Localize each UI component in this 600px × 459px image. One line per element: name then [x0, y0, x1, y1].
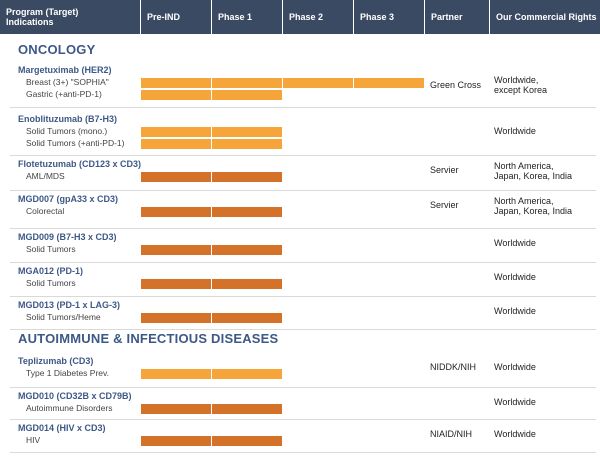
phase-progress-bar-segment	[212, 245, 282, 255]
row-divider	[10, 155, 596, 156]
indication-label: Solid Tumors (mono.)	[26, 126, 108, 136]
phase-progress-bar-segment	[141, 436, 211, 446]
program-name: Margetuximab (HER2)	[18, 65, 112, 75]
header-commercial-rights: Our Commercial Rights	[496, 12, 597, 22]
program-name: MGD009 (B7-H3 x CD3)	[18, 232, 117, 242]
indication-label: Autoimmune Disorders	[26, 403, 113, 413]
row-divider	[10, 419, 596, 420]
phase-progress-bar-segment	[212, 279, 282, 289]
program-name: MGD010 (CD32B x CD79B)	[18, 391, 132, 401]
phase-progress-bar-segment	[141, 369, 211, 379]
phase-progress-bar-segment	[141, 127, 211, 137]
phase-progress-bar-segment	[212, 127, 282, 137]
program-name: Teplizumab (CD3)	[18, 356, 94, 366]
indication-label: Type 1 Diabetes Prev.	[26, 368, 109, 378]
program-name: Flotetuzumab (CD123 x CD3)	[18, 159, 142, 169]
phase-progress-bar-segment	[354, 78, 424, 88]
commercial-rights: Worldwide	[494, 126, 536, 136]
phase-progress-bar-segment	[141, 139, 211, 149]
phase-progress-bar-segment	[212, 369, 282, 379]
phase-progress-bar-segment	[141, 207, 211, 217]
commercial-rights: Worldwide	[494, 238, 536, 248]
partner-name: Green Cross	[430, 80, 482, 90]
partner-name: NIAID/NIH	[430, 429, 473, 439]
commercial-rights: North America, Japan, Korea, India	[494, 196, 573, 216]
program-row: MGD013 (PD-1 x LAG-3) Solid Tumors/Heme Wo…	[0, 298, 600, 331]
indication-label: Breast (3+) "SOPHIA"	[26, 77, 109, 87]
phase-progress-bar-segment	[212, 90, 282, 100]
phase-progress-bar-segment	[141, 279, 211, 289]
header-phase-1: Phase 1	[212, 0, 283, 34]
program-row: MGD007 (gpA33 x CD3) Colorectal Servier Nor…	[0, 192, 600, 230]
row-divider	[10, 296, 596, 297]
phase-progress-bar-segment	[141, 90, 211, 100]
phase-progress-bar-segment	[141, 404, 211, 414]
commercial-rights: North America, Japan, Korea, India	[494, 161, 573, 181]
program-name: MGD007 (gpA33 x CD3)	[18, 194, 119, 204]
phase-progress-bar-segment	[141, 245, 211, 255]
commercial-rights: Worldwide	[494, 306, 536, 316]
row-divider	[10, 452, 596, 453]
partner-name: Servier	[430, 165, 459, 175]
program-name: MGD013 (PD-1 x LAG-3)	[18, 300, 121, 310]
program-name: MGD014 (HIV x CD3)	[18, 423, 106, 433]
indication-label: Colorectal	[26, 206, 65, 216]
partner-name: NIDDK/NIH	[430, 362, 477, 372]
phase-progress-bar-segment	[141, 78, 211, 88]
program-row: Flotetuzumab (CD123 x CD3) AML/MDS Servier…	[0, 157, 600, 192]
phase-progress-bar-segment	[212, 139, 282, 149]
header-phase-3: Phase 3	[354, 0, 425, 34]
program-row: MGD010 (CD32B x CD79B) Autoimmune Disorde…	[0, 389, 600, 421]
section-title: AUTOIMMUNE & INFECTIOUS DISEASES	[18, 331, 279, 346]
commercial-rights: Worldwide	[494, 429, 536, 439]
indication-label: Gastric (+anti-PD-1)	[26, 89, 102, 99]
commercial-rights: Worldwide	[494, 362, 536, 372]
program-row: MGD009 (B7-H3 x CD3) Solid Tumors Worldwid…	[0, 230, 600, 264]
header-partner: Partner	[425, 0, 490, 34]
program-name: Enoblituzumab (B7-H3)	[18, 114, 117, 124]
phase-progress-bar-segment	[212, 313, 282, 323]
partner-name: Servier	[430, 200, 459, 210]
phase-progress-bar-segment	[212, 172, 282, 182]
program-row: Teplizumab (CD3) Type 1 Diabetes Prev. NID…	[0, 354, 600, 389]
phase-progress-bar-segment	[283, 78, 353, 88]
indication-label: HIV	[26, 435, 41, 445]
program-row: MGD014 (HIV x CD3) HIV NIAID/NIH Worldwide	[0, 421, 600, 454]
row-divider	[10, 107, 596, 108]
commercial-rights: Worldwide	[494, 397, 536, 407]
phase-progress-bar-segment	[212, 78, 282, 88]
phase-progress-bar-segment	[212, 207, 282, 217]
phase-progress-bar-segment	[141, 172, 211, 182]
indication-label: Solid Tumors/Heme	[26, 312, 101, 322]
pipeline-header: Program (Target) Indications Pre-IND Phase …	[0, 0, 600, 34]
indication-label: AML/MDS	[26, 171, 65, 181]
indication-label: Solid Tumors	[26, 278, 76, 288]
phase-progress-bar-segment	[212, 404, 282, 414]
program-row: MGA012 (PD-1) Solid Tumors Worldwide	[0, 264, 600, 298]
row-divider	[10, 387, 596, 388]
commercial-rights: Worldwide	[494, 272, 536, 282]
row-divider	[10, 190, 596, 191]
program-row: Enoblituzumab (B7-H3) Solid Tumors (mono.…	[0, 112, 600, 157]
indication-label: Solid Tumors	[26, 244, 76, 254]
header-phase-2: Phase 2	[283, 0, 354, 34]
row-divider	[10, 262, 596, 263]
phase-progress-bar-segment	[212, 436, 282, 446]
row-divider	[10, 329, 596, 330]
row-divider	[10, 228, 596, 229]
indication-label: Solid Tumors (+anti-PD-1)	[26, 138, 125, 148]
header-pre-ind: Pre-IND	[141, 0, 212, 34]
program-row: Margetuximab (HER2) Breast (3+) "SOPHIA" G…	[0, 63, 600, 109]
phase-progress-bar-segment	[141, 313, 211, 323]
program-name: MGA012 (PD-1)	[18, 266, 84, 276]
commercial-rights: Worldwide, except Korea	[494, 75, 548, 95]
section-title: ONCOLOGY	[18, 42, 96, 57]
header-program-indications: Program (Target) Indications	[0, 0, 141, 34]
